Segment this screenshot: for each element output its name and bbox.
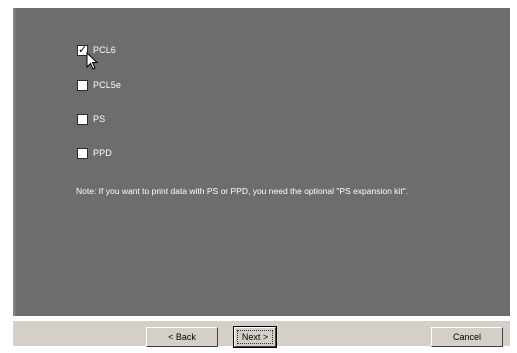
ppd-checkbox[interactable] bbox=[77, 147, 88, 159]
ps-checkbox[interactable] bbox=[77, 113, 88, 125]
ppd-label: PPD bbox=[93, 148, 112, 158]
option-ppd[interactable]: PPD bbox=[77, 146, 112, 160]
mouse-pointer-icon bbox=[86, 52, 99, 70]
back-button-label: < Back bbox=[168, 332, 196, 342]
back-button[interactable]: < Back bbox=[146, 327, 218, 347]
focus-rect bbox=[237, 330, 273, 344]
cancel-button[interactable]: Cancel bbox=[431, 327, 503, 347]
option-pcl5e[interactable]: PCL5e bbox=[77, 78, 121, 92]
option-ps[interactable]: PS bbox=[77, 112, 105, 126]
next-button[interactable]: Next > bbox=[233, 326, 277, 348]
cancel-button-label: Cancel bbox=[452, 332, 481, 342]
pcl5e-label: PCL5e bbox=[93, 80, 122, 90]
ps-label: PS bbox=[93, 114, 106, 124]
installer-window: ✓ PCL6 PCL5e PS PPD Note: If you want to… bbox=[0, 0, 517, 353]
pcl5e-checkbox[interactable] bbox=[77, 79, 88, 91]
ps-expansion-note: Note: If you want to print data with PS … bbox=[76, 186, 409, 196]
panel-edge bbox=[13, 8, 17, 316]
